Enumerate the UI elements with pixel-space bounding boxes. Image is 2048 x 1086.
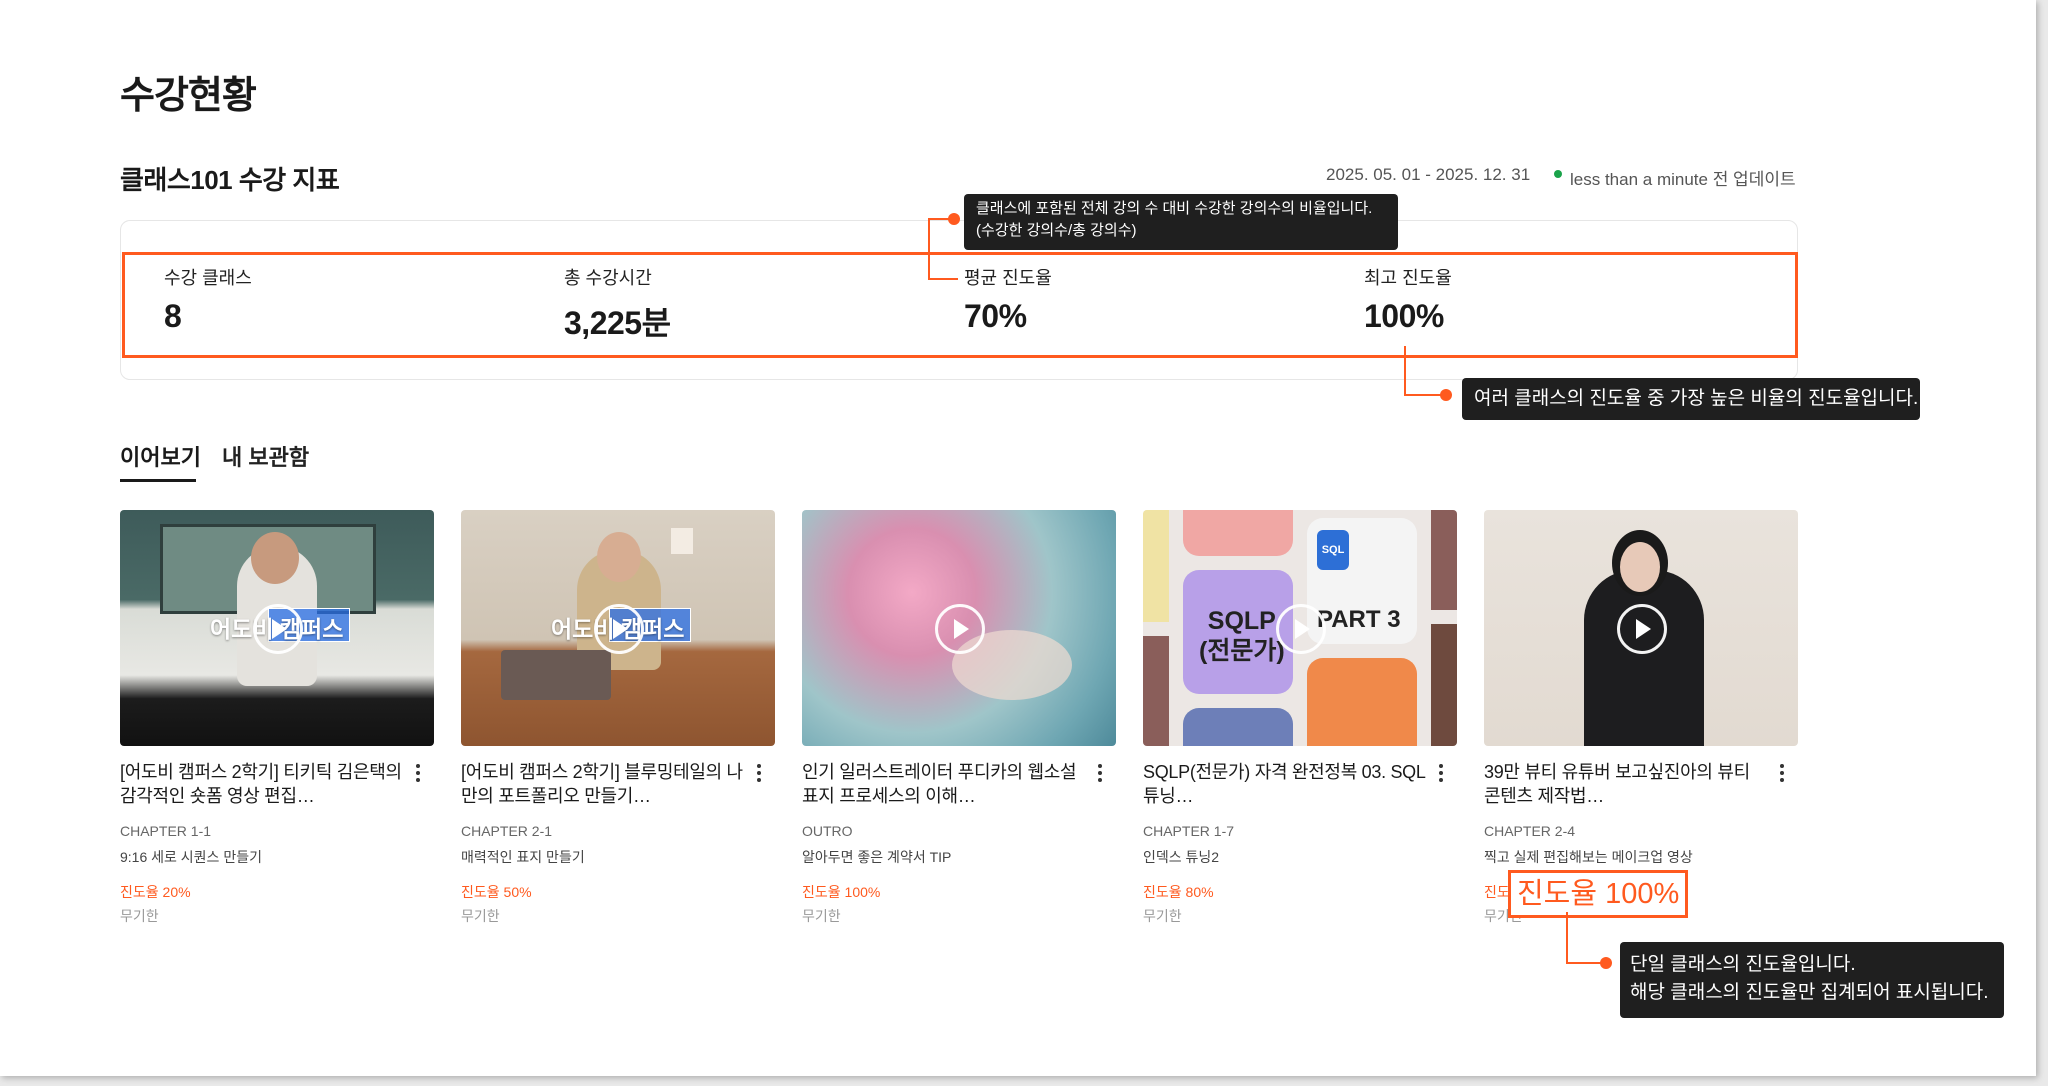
tab-active-underline xyxy=(120,479,196,482)
card-title[interactable]: [어도비 캠퍼스 2학기] 블루밍테일의 나만의 포트폴리오 만들기… xyxy=(461,760,745,808)
play-icon[interactable] xyxy=(1617,604,1667,654)
card-chapter: CHAPTER 1-1 xyxy=(120,823,212,839)
tooltip-single-line2: 해당 클래스의 진도율만 집계되어 표시됩니다. xyxy=(1630,982,1989,1003)
thumb-sql-title: SQLP (전문가) xyxy=(1199,606,1285,666)
callout-dot xyxy=(1600,957,1612,969)
callout-line xyxy=(928,218,930,279)
card-title[interactable]: [어도비 캠퍼스 2학기] 티키틱 김은택의 감각적인 숏폼 영상 편집… xyxy=(120,760,404,808)
more-icon[interactable] xyxy=(757,764,761,782)
card-thumbnail[interactable]: 어도비 캠퍼스 xyxy=(461,510,775,746)
card-progress: 진도율 50% xyxy=(461,884,532,900)
card-period: 무기한 xyxy=(461,908,500,924)
card-period: 무기한 xyxy=(802,908,841,924)
tile-graphic xyxy=(1143,636,1169,746)
stat-label-time: 총 수강시간 xyxy=(564,268,652,288)
card-thumbnail[interactable]: SQL SQLP (전문가) PART 3 xyxy=(1143,510,1457,746)
tile-graphic xyxy=(1143,510,1169,622)
progress-zoom-highlight: 진도율 100% xyxy=(1508,870,1689,918)
card-progress: 진도율 80% xyxy=(1143,884,1214,900)
sql-database-icon: SQL xyxy=(1317,530,1349,570)
card-chapter: CHAPTER 1-7 xyxy=(1143,823,1235,839)
card-progress: 진도율 100% xyxy=(802,884,881,900)
card-lesson: 찍고 실제 편집해보는 메이크업 영상 xyxy=(1484,849,1693,865)
more-icon[interactable] xyxy=(416,764,420,782)
card-thumbnail[interactable]: 어도비 캠퍼스 xyxy=(120,510,434,746)
play-icon[interactable] xyxy=(253,604,303,654)
thumb-sql-title-line1: SQLP xyxy=(1207,607,1276,635)
card-title[interactable]: SQLP(전문가) 자격 완전정복 03. SQL 튜닝… xyxy=(1143,760,1427,808)
tab-continue-watching[interactable]: 이어보기 xyxy=(120,440,201,472)
card-lesson: 매력적인 표지 만들기 xyxy=(461,849,585,865)
tile-graphic xyxy=(1431,624,1457,746)
play-icon[interactable] xyxy=(935,604,985,654)
section-title: 클래스101 수강 지표 xyxy=(120,165,340,195)
tile-graphic xyxy=(1183,708,1293,746)
page-frame: 수강현황 클래스101 수강 지표 2025. 05. 01 - 2025. 1… xyxy=(0,0,2036,1076)
tooltip-max-progress: 여러 클래스의 진도율 중 가장 높은 비율의 진도율입니다. xyxy=(1462,378,1920,420)
stat-value-classes: 8 xyxy=(164,298,182,334)
card-chapter: CHAPTER 2-1 xyxy=(461,823,553,839)
play-icon[interactable] xyxy=(594,604,644,654)
stat-value-time: 3,225분 xyxy=(564,305,671,341)
callout-dot xyxy=(1440,389,1452,401)
person-head-graphic xyxy=(597,532,641,582)
tab-my-archive[interactable]: 내 보관함 xyxy=(222,440,309,472)
callout-line xyxy=(928,278,958,280)
stat-label-max-progress: 최고 진도율 xyxy=(1364,268,1452,288)
stat-label-avg-progress: 평균 진도율 xyxy=(964,268,1052,288)
tooltip-avg-line1: 클래스에 포함된 전체 강의 수 대비 수강한 강의수의 비율입니다. xyxy=(976,200,1373,217)
person-graphic xyxy=(1584,570,1704,746)
calendar-graphic xyxy=(671,528,693,554)
card-thumbnail[interactable] xyxy=(802,510,1116,746)
card-period: 무기한 xyxy=(1143,908,1182,924)
tile-graphic xyxy=(1307,658,1417,746)
person-head-graphic xyxy=(251,532,299,584)
card-progress: 진도율 20% xyxy=(120,884,191,900)
stat-value-avg-progress: 70% xyxy=(964,298,1027,334)
thumb-sql-part: PART 3 xyxy=(1317,606,1401,633)
card-lesson: 인덱스 튜닝2 xyxy=(1143,849,1220,865)
laptop-graphic xyxy=(501,650,611,700)
status-dot xyxy=(1554,170,1562,178)
stat-label-classes: 수강 클래스 xyxy=(164,268,252,288)
card-chapter: CHAPTER 2-4 xyxy=(1484,823,1576,839)
tooltip-single-line1: 단일 클래스의 진도율입니다. xyxy=(1630,954,1856,975)
tile-graphic xyxy=(1183,510,1293,556)
person-head-graphic xyxy=(1620,542,1660,592)
callout-line xyxy=(1404,394,1444,396)
stats-highlight-box xyxy=(122,252,1798,358)
callout-dot xyxy=(948,213,960,225)
card-period: 무기한 xyxy=(120,908,159,924)
more-icon[interactable] xyxy=(1780,764,1784,782)
more-icon[interactable] xyxy=(1439,764,1443,782)
tooltip-avg-line2: (수강한 강의수/총 강의수) xyxy=(976,222,1137,239)
updated-text: less than a minute 전 업데이트 xyxy=(1570,170,1796,189)
callout-line xyxy=(1566,962,1604,964)
card-lesson: 9:16 세로 시퀀스 만들기 xyxy=(120,849,262,865)
date-range: 2025. 05. 01 - 2025. 12. 31 xyxy=(1326,165,1531,184)
more-icon[interactable] xyxy=(1098,764,1102,782)
card-title[interactable]: 39만 뷰티 유튜버 보고싶진아의 뷰티 콘텐츠 제작법… xyxy=(1484,760,1768,808)
tooltip-avg-progress: 클래스에 포함된 전체 강의 수 대비 수강한 강의수의 비율입니다. (수강한… xyxy=(964,194,1398,250)
card-title[interactable]: 인기 일러스트레이터 푸디카의 웹소설 표지 프로세스의 이해… xyxy=(802,760,1086,808)
thumb-sql-title-line2: (전문가) xyxy=(1199,637,1285,665)
callout-line xyxy=(1404,346,1406,396)
card-chapter: OUTRO xyxy=(802,823,853,839)
stat-value-max-progress: 100% xyxy=(1364,298,1444,334)
tile-graphic xyxy=(1431,510,1457,610)
play-icon[interactable] xyxy=(1276,604,1326,654)
page-title: 수강현황 xyxy=(120,75,257,117)
tooltip-single-progress: 단일 클래스의 진도율입니다. 해당 클래스의 진도율만 집계되어 표시됩니다. xyxy=(1620,942,2004,1018)
callout-line xyxy=(1566,912,1568,964)
card-lesson: 알아두면 좋은 계약서 TIP xyxy=(802,849,952,865)
card-thumbnail[interactable] xyxy=(1484,510,1798,746)
